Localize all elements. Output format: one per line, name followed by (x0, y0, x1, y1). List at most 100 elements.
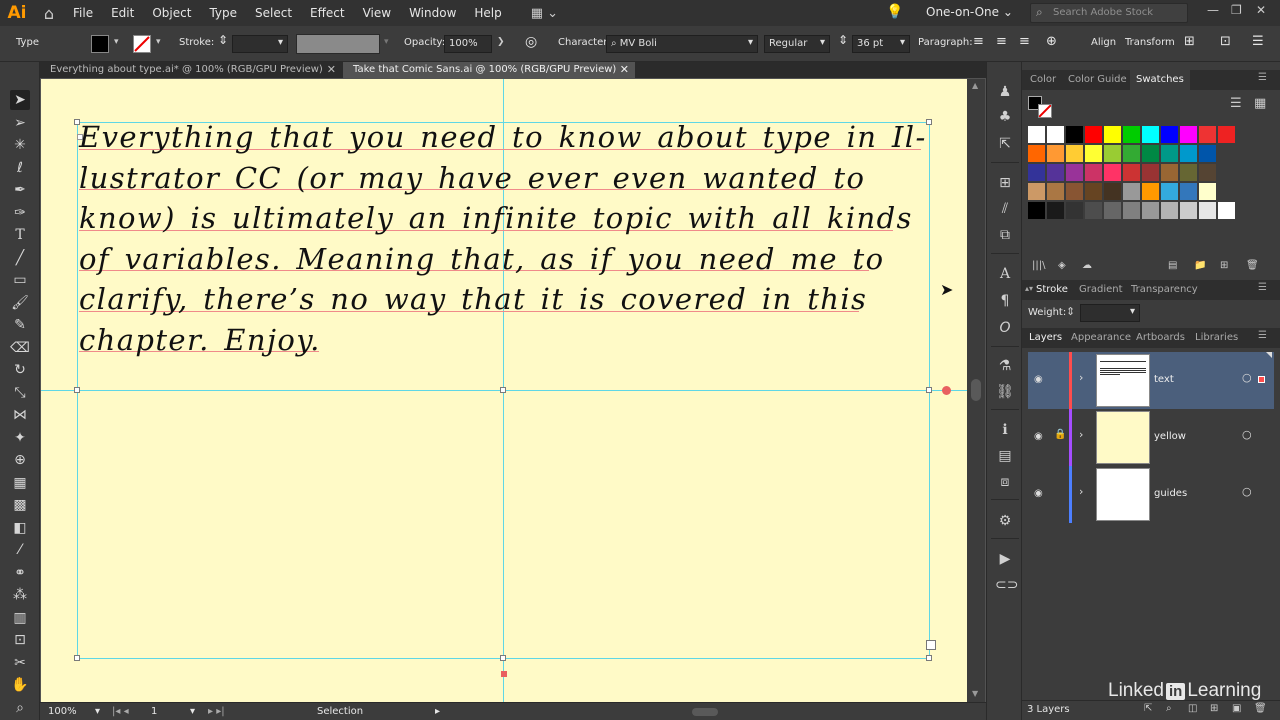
resize-handle-sw[interactable] (74, 655, 80, 661)
info-icon[interactable]: ℹ (995, 420, 1015, 440)
visibility-eye-icon[interactable]: ◉ (1034, 488, 1043, 499)
artboard-number[interactable]: 1 (151, 706, 157, 717)
close-icon[interactable]: ✕ (327, 62, 336, 78)
blend-tool-icon[interactable]: ⚭ (10, 563, 30, 583)
align-left-icon[interactable]: ≡ (973, 34, 984, 49)
navigator-icon[interactable]: ⧈ (995, 472, 1015, 492)
color-swatch[interactable] (1066, 126, 1084, 144)
visibility-eye-icon[interactable]: ◉ (1034, 431, 1043, 442)
layer-row-yellow[interactable]: ◉ 🔒 › yellow ○ (1028, 409, 1274, 466)
swatch-options-icon[interactable]: ▤ (1168, 260, 1177, 271)
color-swatch[interactable] (1218, 126, 1236, 144)
menu-file[interactable]: File (64, 0, 102, 26)
resize-handle-e[interactable] (926, 387, 932, 393)
color-swatch[interactable] (1085, 126, 1103, 144)
color-swatch[interactable] (1142, 164, 1160, 182)
lightbulb-icon[interactable]: 💡 (886, 4, 903, 20)
text-overflow-port[interactable] (926, 640, 936, 650)
control-menu-icon[interactable]: ☰ (1252, 34, 1264, 49)
grid-view-icon[interactable]: ▦ (1254, 96, 1266, 111)
tab-gradient[interactable]: Gradient (1079, 284, 1123, 295)
color-swatch[interactable] (1028, 202, 1046, 220)
color-swatch[interactable] (1066, 145, 1084, 163)
document-info-icon[interactable]: ▤ (995, 446, 1015, 466)
font-size-field[interactable]: 36 pt ▾ (852, 35, 910, 53)
paragraph-icon[interactable]: ¶ (995, 291, 1015, 311)
zoom-tool-icon[interactable]: ⌕ (10, 698, 30, 718)
color-swatch[interactable] (1104, 183, 1122, 201)
color-swatch[interactable] (1066, 164, 1084, 182)
shape-builder-tool-icon[interactable]: ⊕ (10, 450, 30, 470)
color-swatch[interactable] (1104, 164, 1122, 182)
chevron-right-icon[interactable]: › (1079, 371, 1083, 384)
pen-tool-icon[interactable]: ✒ (10, 180, 30, 200)
new-layer-icon[interactable]: ▣ (1232, 703, 1241, 714)
swatch-kind-icon[interactable]: ◈ (1058, 260, 1066, 271)
resize-handle-se[interactable] (926, 655, 932, 661)
color-swatch[interactable] (1161, 126, 1179, 144)
color-swatch[interactable] (1142, 126, 1160, 144)
color-swatch[interactable] (1123, 126, 1141, 144)
asset-export-icon[interactable]: ⇱ (995, 134, 1015, 154)
stroke-color-box[interactable] (1038, 104, 1052, 118)
target-circle-icon[interactable]: ○ (1242, 428, 1252, 441)
menu-effect[interactable]: Effect (301, 0, 354, 26)
color-swatch[interactable] (1085, 202, 1103, 220)
opacity-field[interactable]: 100% (444, 35, 492, 53)
artboard-tool-icon[interactable]: ⊡ (10, 630, 30, 650)
color-swatch[interactable] (1142, 145, 1160, 163)
close-window-icon[interactable]: ✕ (1256, 3, 1266, 17)
rectangle-tool-icon[interactable]: ▭ (10, 270, 30, 290)
paragraph-label[interactable]: Paragraph: (918, 37, 973, 48)
target-circle-icon[interactable]: ○ (1242, 485, 1252, 498)
color-swatch[interactable] (1161, 145, 1179, 163)
clipping-mask-icon[interactable]: ◫ (1188, 703, 1197, 714)
direct-selection-tool-icon[interactable]: ➢ (10, 113, 30, 133)
layer-name[interactable]: yellow (1154, 431, 1186, 442)
color-swatch[interactable] (1142, 202, 1160, 220)
color-swatch[interactable] (1123, 145, 1141, 163)
layer-name[interactable]: guides (1154, 488, 1187, 499)
fill-swatch[interactable] (91, 35, 109, 53)
tab-appearance[interactable]: Appearance (1071, 332, 1131, 343)
chevron-down-icon[interactable]: ▾ (114, 37, 119, 47)
color-swatch[interactable] (1161, 164, 1179, 182)
collapse-icon[interactable]: ▴▾ (1025, 284, 1033, 293)
symbols-icon[interactable]: ♣ (995, 107, 1015, 127)
next-artboard-icon[interactable]: ▸ ▸| (208, 706, 225, 717)
color-swatch[interactable] (1123, 164, 1141, 182)
color-swatch[interactable] (1047, 126, 1065, 144)
workspace-switcher[interactable]: One-on-One ⌄ (926, 5, 1013, 19)
scroll-thumb[interactable] (971, 379, 981, 401)
color-swatch[interactable] (1047, 164, 1065, 182)
color-swatch[interactable] (1047, 183, 1065, 201)
color-swatch[interactable] (1028, 164, 1046, 182)
pathfinder-icon[interactable]: ⧉ (995, 225, 1015, 245)
color-swatch[interactable] (1104, 145, 1122, 163)
list-view-icon[interactable]: ☰ (1230, 96, 1242, 111)
color-swatch[interactable] (1180, 145, 1198, 163)
chevron-right-icon[interactable]: › (1079, 428, 1083, 441)
chevron-right-icon[interactable]: ❯ (497, 37, 505, 47)
character-icon[interactable]: A (995, 264, 1015, 284)
align-center-icon[interactable]: ≡ (996, 34, 1007, 49)
locate-object-icon[interactable]: ⌕ (1166, 703, 1172, 714)
panel-menu-icon[interactable]: ☰ (1258, 282, 1267, 293)
tab-stroke[interactable]: Stroke (1036, 284, 1068, 295)
color-swatch[interactable] (1199, 202, 1217, 220)
tab-artboards[interactable]: Artboards (1136, 332, 1185, 343)
tab-color-guide[interactable]: Color Guide (1068, 74, 1127, 85)
color-swatch[interactable] (1180, 126, 1198, 144)
restore-icon[interactable]: ❐ (1231, 3, 1242, 17)
variable-width-profile[interactable] (296, 34, 380, 54)
color-swatch[interactable] (1180, 183, 1198, 201)
color-swatch[interactable] (1123, 183, 1141, 201)
new-swatch-icon[interactable]: ⊞ (1220, 260, 1228, 271)
magic-wand-tool-icon[interactable]: ✳ (10, 135, 30, 155)
gradient-tool-icon[interactable]: ◧ (10, 518, 30, 538)
font-family-field[interactable]: ⌕ MV Boli ▾ (606, 35, 758, 53)
lasso-tool-icon[interactable]: ℓ (10, 158, 30, 178)
tab-everything-about-type[interactable]: Everything about type.ai* @ 100% (RGB/GP… (40, 62, 342, 78)
transform-link[interactable]: Transform (1125, 37, 1175, 48)
weight-field[interactable]: ▾ (1080, 304, 1140, 322)
